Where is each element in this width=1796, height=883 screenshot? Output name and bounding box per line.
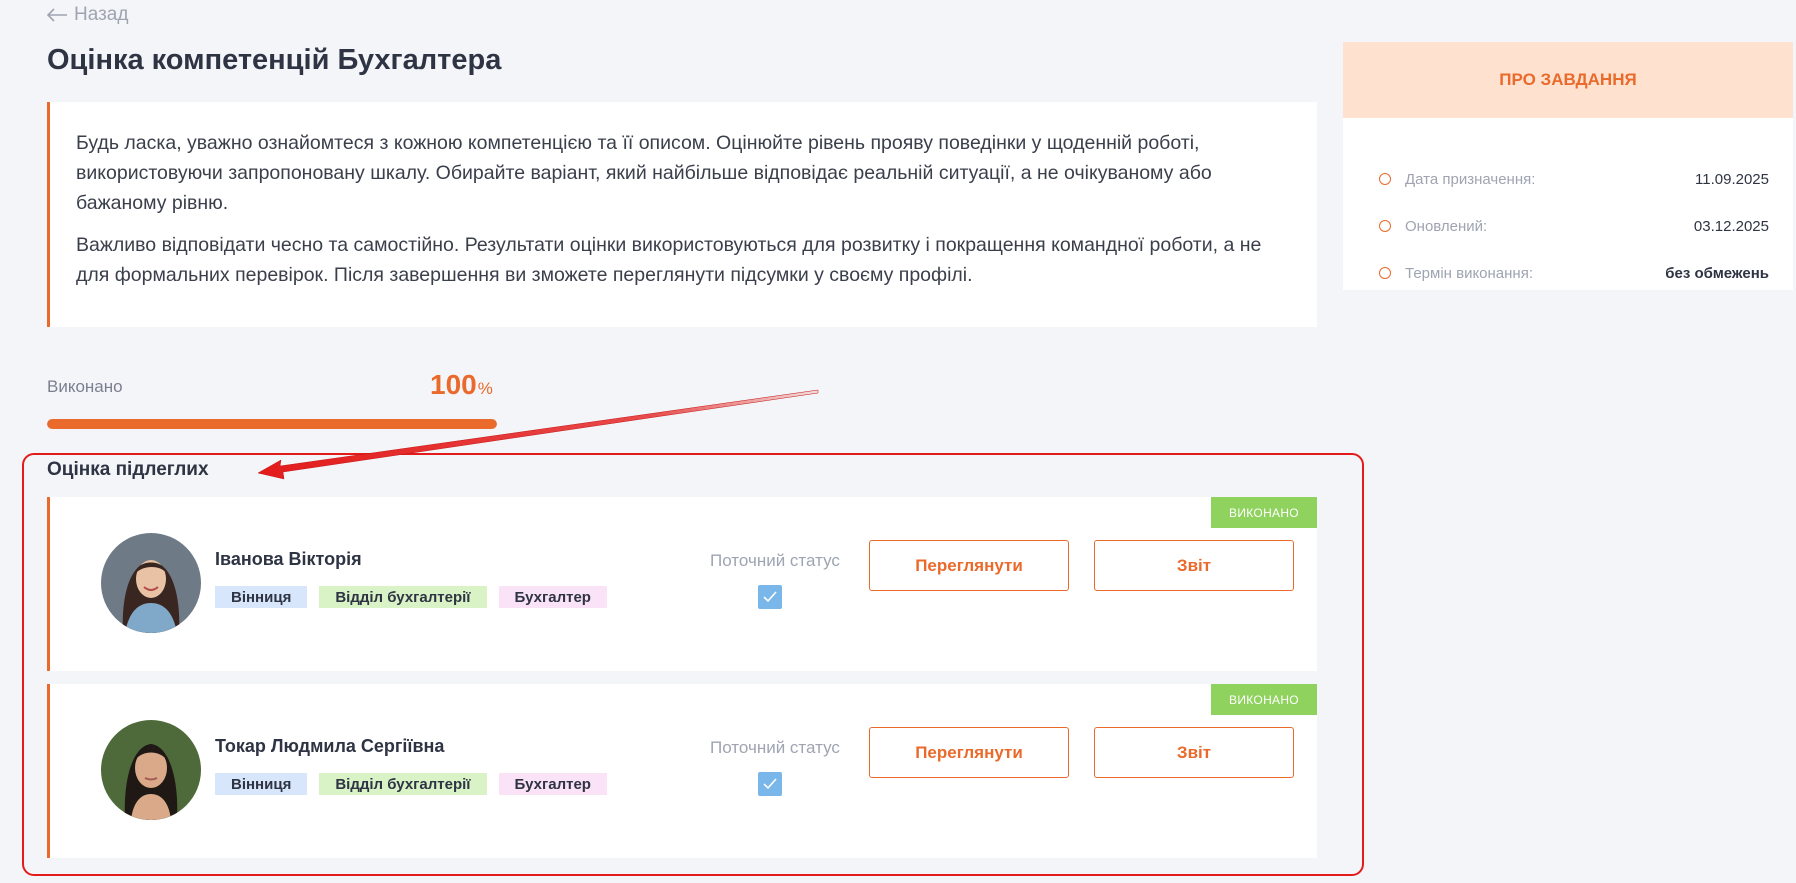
- employee-tags: Вінниця Відділ бухгалтерії Бухгалтер: [215, 586, 607, 608]
- avatar: [101, 720, 201, 820]
- tag-position: Бухгалтер: [498, 586, 607, 608]
- circle-icon: [1379, 220, 1391, 232]
- progress-unit: %: [477, 379, 493, 398]
- status-checkbox[interactable]: [758, 772, 782, 796]
- row-value: 11.09.2025: [1695, 170, 1769, 188]
- tag-department: Відділ бухгалтерії: [319, 773, 487, 795]
- tag-position: Бухгалтер: [498, 773, 607, 795]
- progress-number: 100: [430, 369, 477, 400]
- back-link[interactable]: Назад: [46, 4, 128, 26]
- progress-fill: [47, 419, 497, 429]
- row-label: Оновлений:: [1405, 217, 1488, 235]
- back-label: Назад: [74, 4, 129, 25]
- subordinates-title: Оцінка підлеглих: [47, 459, 209, 480]
- page: Назад Оцінка компетенцій Бухгалтера Будь…: [0, 0, 1796, 883]
- about-task-panel: ПРО ЗАВДАННЯ Дата призначення: 11.09.202…: [1343, 42, 1793, 290]
- subordinate-card: Виконано Іванова Вікторія Вінниця Відділ…: [47, 497, 1317, 671]
- tag-city: Вінниця: [215, 586, 308, 608]
- updated-date-row: Оновлений: 03.12.2025: [1379, 215, 1769, 237]
- done-badge: Виконано: [1211, 497, 1317, 528]
- row-value: без обмежень: [1665, 264, 1769, 282]
- row-value: 03.12.2025: [1693, 217, 1769, 235]
- avatar: [101, 533, 201, 633]
- row-label: Дата призначення:: [1405, 170, 1536, 188]
- report-button[interactable]: Звіт: [1094, 727, 1294, 778]
- deadline-row: Термін виконання: без обмежень: [1379, 262, 1769, 284]
- report-button[interactable]: Звіт: [1094, 540, 1294, 591]
- employee-tags: Вінниця Відділ бухгалтерії Бухгалтер: [215, 773, 607, 795]
- status-checkbox[interactable]: [758, 585, 782, 609]
- progress-value: 100%: [430, 369, 493, 401]
- row-label: Термін виконання:: [1405, 264, 1534, 282]
- tag-department: Відділ бухгалтерії: [319, 586, 487, 608]
- intro-paragraph-2: Важливо відповідати чесно та самостійно.…: [76, 234, 1262, 286]
- circle-icon: [1379, 267, 1391, 279]
- assigned-date-row: Дата призначення: 11.09.2025: [1379, 168, 1769, 190]
- tag-city: Вінниця: [215, 773, 308, 795]
- about-task-title: ПРО ЗАВДАННЯ: [1343, 42, 1793, 118]
- intro-card: Будь ласка, уважно ознайомтеся з кожною …: [47, 102, 1317, 327]
- progress-bar: [47, 419, 497, 429]
- done-badge: Виконано: [1211, 684, 1317, 715]
- employee-name: Токар Людмила Сергіївна: [215, 736, 445, 756]
- subordinate-card: Виконано Токар Людмила Сергіївна Вінниця…: [47, 684, 1317, 858]
- circle-icon: [1379, 173, 1391, 185]
- employee-name: Іванова Вікторія: [215, 549, 362, 569]
- status-label: Поточний статус: [710, 551, 840, 570]
- progress-label: Виконано: [47, 377, 123, 396]
- view-button[interactable]: Переглянути: [869, 540, 1069, 591]
- status-label: Поточний статус: [710, 738, 840, 757]
- view-button[interactable]: Переглянути: [869, 727, 1069, 778]
- check-icon: [763, 778, 777, 790]
- arrow-left-icon: [46, 8, 67, 22]
- intro-paragraph-1: Будь ласка, уважно ознайомтеся з кожною …: [76, 132, 1212, 214]
- page-title: Оцінка компетенцій Бухгалтера: [47, 44, 502, 76]
- check-icon: [763, 591, 777, 603]
